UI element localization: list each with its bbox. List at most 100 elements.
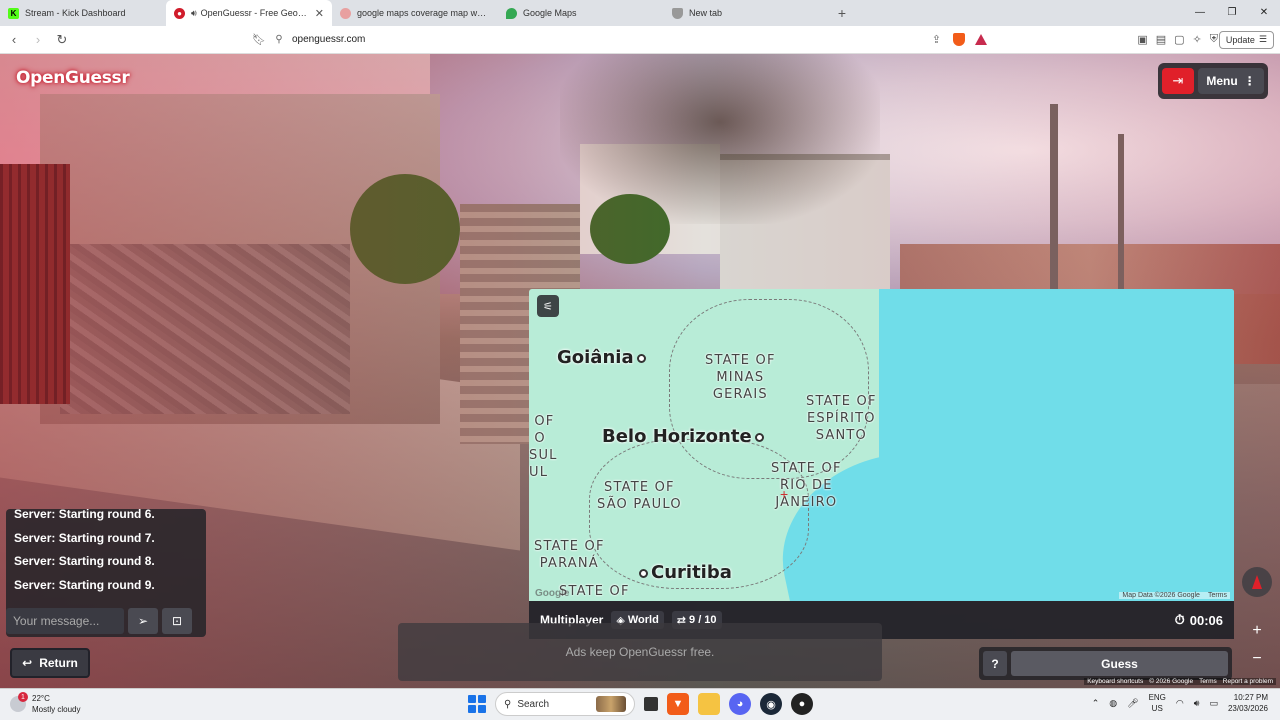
system-tray: ⌃ ◍ 🎤︎ ENG US ◠ 🔊︎ ▭ 10:27 PM 23/03/2026 (1092, 692, 1268, 714)
speaker-icon[interactable]: 🔊︎ (191, 8, 197, 19)
state-parana: STATE OF PARANÁ (534, 539, 605, 571)
send-button[interactable]: ➢ (128, 608, 158, 634)
clock[interactable]: 10:27 PM 23/03/2026 (1228, 692, 1268, 714)
city-dot (754, 432, 764, 442)
guess-button[interactable]: Guess (1011, 651, 1228, 676)
taskbar-search[interactable]: ⚲ Search (495, 692, 635, 716)
task-view-icon[interactable] (644, 697, 658, 711)
discord-icon[interactable]: ◕ (729, 693, 751, 715)
leo-ai-icon[interactable]: ✧ (1193, 33, 1202, 46)
volume-icon[interactable]: 🔊︎ (1194, 698, 1200, 709)
chevron-up-icon[interactable]: ⌃ (1092, 698, 1100, 709)
city-curitiba: Curitiba (639, 562, 732, 583)
search-label: Search (517, 698, 550, 710)
minimize-icon[interactable]: — (1184, 0, 1216, 26)
back-icon[interactable]: ‹ (4, 32, 24, 47)
weather-widget[interactable]: 1 22°C Mostly cloudy (10, 692, 80, 715)
return-label: Return (39, 656, 78, 670)
close-window-icon[interactable]: ✕ (1248, 0, 1280, 26)
browser-tab-strip: K Stream - Kick Dashboard ● 🔊︎ OpenGuess… (0, 0, 1280, 26)
help-button[interactable]: ? (983, 651, 1007, 676)
windows-taskbar: 1 22°C Mostly cloudy ⚲ Search ▼ ◕ ◉ ● ⌃ … (0, 688, 1280, 720)
brave-shield-icon[interactable] (953, 33, 965, 46)
forward-icon[interactable]: › (28, 32, 48, 47)
bookmark-icon[interactable]: 🔖︎ (248, 33, 270, 46)
sidebar-icon[interactable]: ▤ (1156, 33, 1166, 46)
battery-icon[interactable]: ▭ (1209, 698, 1218, 709)
return-button[interactable]: ↩ Return (10, 648, 90, 678)
copyright-text: © 2026 Google (1149, 678, 1194, 685)
obs-icon[interactable]: ● (791, 693, 813, 715)
help-label: ? (991, 656, 999, 671)
google-maps-icon (506, 7, 517, 19)
tab-google-search[interactable]: google maps coverage map world - G (332, 0, 498, 26)
ad-banner: Ads keep OpenGuessr free. (398, 623, 882, 681)
steam-icon[interactable]: ◉ (760, 693, 782, 715)
weather-desc: Mostly cloudy (32, 705, 81, 714)
site-info-icon[interactable]: ⚲ (270, 34, 288, 45)
zoom-out-button[interactable]: − (1246, 648, 1268, 670)
brave-rewards-icon[interactable] (975, 34, 987, 45)
chat-toggle-button[interactable]: ⊡ (162, 608, 192, 634)
close-tab-icon[interactable]: ✕ (315, 7, 324, 20)
menu-button[interactable]: Menu ⋮ (1198, 68, 1264, 94)
map-data-text: Map Data ©2026 Google (1122, 592, 1200, 599)
windows-start-icon[interactable] (468, 695, 486, 713)
url-field[interactable]: 🔖︎ ⚲ openguessr.com ⇪ (248, 29, 993, 51)
zoom-in-button[interactable]: + (1246, 620, 1268, 642)
address-bar: ‹ › ↻ 🔖︎ ⚲ openguessr.com ⇪ ▣ ▤ ▢ ✧ ⛨ Up… (0, 26, 1280, 54)
taskbar-apps: ⚲ Search ▼ ◕ ◉ ● (468, 692, 813, 716)
restore-icon[interactable]: ❐ (1216, 0, 1248, 26)
state-minas-gerais: STATE OF MINAS GERAIS (705, 353, 776, 402)
weather-text: 22°C Mostly cloudy (32, 693, 80, 715)
compass-needle (1252, 575, 1262, 589)
send-icon: ➢ (137, 614, 149, 628)
weather-temp: 22°C (32, 694, 50, 703)
clock-time: 10:27 PM (1233, 693, 1268, 702)
state-partial-left: OF O SUL UL (529, 414, 558, 480)
new-tab-button[interactable]: + (830, 0, 854, 26)
update-button[interactable]: Update ☰ (1218, 30, 1274, 49)
clock-date: 23/03/2026 (1227, 704, 1268, 713)
exit-icon: ⇥ (1172, 73, 1184, 88)
map-terms-link[interactable]: Terms (1208, 592, 1227, 599)
file-explorer-icon[interactable] (698, 693, 720, 715)
wifi-icon[interactable]: ◠ (1176, 698, 1184, 709)
keyboard-shortcuts-link[interactable]: Keyboard shortcuts (1087, 678, 1143, 685)
brave-taskbar-icon[interactable]: ▼ (667, 693, 689, 715)
chat-message: Server: Starting round 7. (14, 530, 155, 545)
screenshot-icon[interactable]: ▣ (1137, 33, 1147, 46)
tab-new[interactable]: New tab (664, 0, 830, 26)
streetview-panorama[interactable]: OpenGuessr ⇥ Menu ⋮ ⚟ Goiânia STATE OF MI… (0, 54, 1280, 688)
state-partial-bottom: STATE OF (559, 584, 630, 599)
chat-message: Server: Starting round 8. (14, 554, 155, 568)
chat-message-input[interactable] (6, 608, 124, 634)
vpn-icon[interactable]: ⛨ (1210, 33, 1218, 46)
city-dot (636, 353, 646, 363)
terms-link[interactable]: Terms (1199, 678, 1217, 685)
map-attribution: Map Data ©2026 Google Terms (1119, 592, 1230, 599)
guess-map[interactable]: ⚟ Goiânia STATE OF MINAS GERAIS STATE OF ES… (529, 289, 1234, 601)
tab-title: Google Maps (523, 8, 577, 18)
window-controls: — ❐ ✕ (1184, 0, 1280, 26)
tab-openguessr[interactable]: ● 🔊︎ OpenGuessr - Free GeoGuessr ✕ (166, 0, 332, 26)
report-problem-link[interactable]: Report a problem (1223, 678, 1273, 685)
language-indicator[interactable]: ENG US (1149, 692, 1166, 714)
more-vertical-icon: ⋮ (1243, 74, 1256, 88)
tab-title: Stream - Kick Dashboard (25, 8, 126, 18)
state-sao-paulo: STATE OF SÃO PAULO (597, 480, 682, 512)
tab-kick-dashboard[interactable]: K Stream - Kick Dashboard (0, 0, 166, 26)
state-espirito-santo: STATE OF ESPÍRITO SANTO (806, 394, 877, 443)
openguessr-logo[interactable]: OpenGuessr (16, 68, 130, 88)
map-settings-button[interactable]: ⚟ (537, 295, 559, 317)
tab-google-maps[interactable]: Google Maps (498, 0, 664, 26)
google-watermark: Google (535, 588, 570, 599)
reload-icon[interactable]: ↻ (52, 32, 72, 48)
wallet-icon[interactable]: ▢ (1174, 33, 1184, 46)
compass-icon[interactable] (1242, 567, 1272, 597)
tab-title: OpenGuessr - Free GeoGuessr (200, 8, 311, 18)
network-tray-icon[interactable]: ◍ (1109, 698, 1117, 709)
exit-button[interactable]: ⇥ (1162, 68, 1194, 94)
microphone-icon[interactable]: 🎤︎ (1127, 698, 1138, 709)
share-icon[interactable]: ⇪ (932, 33, 941, 46)
